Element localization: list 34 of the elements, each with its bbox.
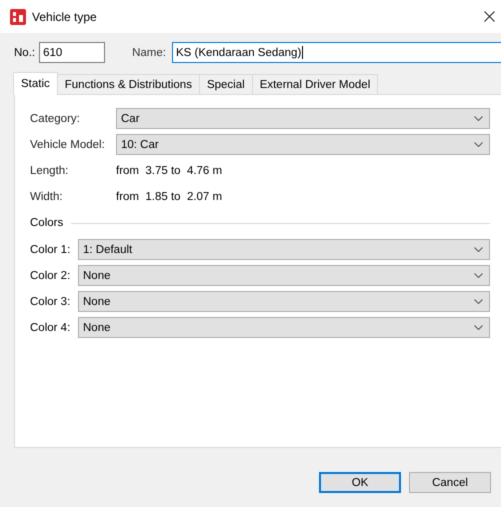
dialog-button[interactable]: OK (319, 472, 401, 493)
window-title: Vehicle type (32, 10, 98, 24)
field-label: Color 4: (30, 322, 72, 334)
dropdown[interactable]: Car (116, 108, 490, 129)
tab[interactable]: External Driver Model (252, 74, 378, 94)
close-icon (484, 11, 494, 22)
field-label: Width: (30, 190, 64, 202)
chevron-down-icon (474, 247, 483, 252)
chevron-down-icon (474, 273, 483, 278)
dropdown[interactable]: None (78, 317, 490, 338)
chevron-down-icon (474, 116, 483, 121)
dropdown[interactable]: None (78, 291, 490, 312)
dropdown[interactable]: 10: Car (116, 134, 490, 155)
range-text: from 1.85 to 2.07 m (116, 190, 222, 202)
field-label: Color 1: (30, 244, 72, 256)
dialog-button[interactable]: Cancel (409, 472, 491, 493)
name-field[interactable]: KS (Kendaraan Sedang) (172, 42, 501, 63)
number-field[interactable]: 610 (39, 42, 106, 63)
app-icon (10, 8, 26, 24)
dropdown[interactable]: 1: Default (78, 239, 490, 260)
group-title: Colors (30, 217, 64, 229)
field-label: Color 2: (30, 270, 72, 282)
dropdown[interactable]: None (78, 265, 490, 286)
range-text: from 3.75 to 4.76 m (116, 164, 222, 176)
tab[interactable]: Static (13, 72, 58, 95)
field-label: Color 3: (30, 296, 72, 308)
chevron-down-icon (474, 299, 483, 304)
name-label: Name: (132, 46, 166, 58)
field-label: Vehicle Model: (30, 138, 106, 150)
field-label: Length: (30, 164, 70, 176)
number-label: No.: (14, 46, 36, 58)
field-label: Category: (30, 112, 81, 124)
chevron-down-icon (474, 142, 483, 147)
chevron-down-icon (474, 325, 483, 330)
